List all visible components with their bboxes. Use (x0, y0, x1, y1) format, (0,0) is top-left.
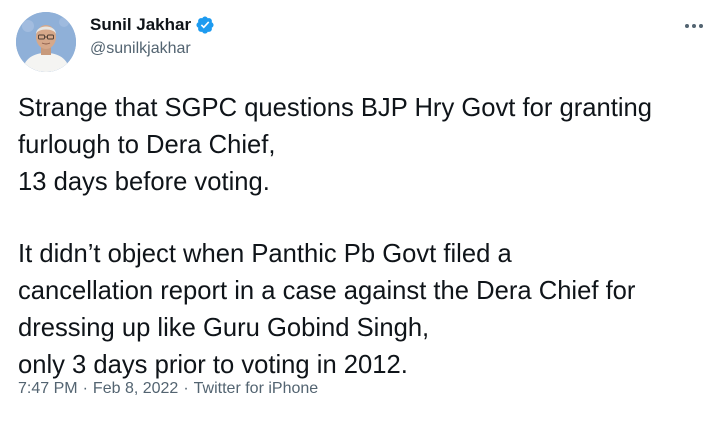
tweet-time: 7:47 PM (18, 380, 78, 397)
tweet-line: It didn’t object when Panthic Pb Govt fi… (18, 240, 512, 269)
tweet-date: Feb 8, 2022 (92, 380, 179, 397)
tweet-line: only 3 days prior to voting in 2012. (18, 350, 408, 379)
verified-badge-icon (195, 15, 215, 35)
author-display-name[interactable]: Sunil Jakhar (90, 15, 191, 35)
tweet-source-link[interactable]: Twitter for iPhone (194, 380, 319, 397)
tweet-line: 13 days before voting. (18, 167, 270, 196)
tweet-line: cancellation report in a case against th… (18, 277, 636, 306)
author-handle[interactable]: @sunilkjakhar (90, 40, 191, 58)
tweet-card: Sunil Jakhar @sunilkjakhar Strange that … (0, 0, 720, 432)
tweet-line: Strange that SGPC questions BJP Hry Govt… (18, 94, 652, 122)
tweet-line: dressing up like Guru Gobind Singh, (18, 313, 430, 342)
meta-separator: · (82, 380, 88, 397)
tweet-text: Strange that SGPC questions BJP Hry Govt… (18, 90, 708, 384)
avatar-image (16, 12, 76, 72)
tweet-line: furlough to Dera Chief, (18, 130, 276, 159)
author-name-row[interactable]: Sunil Jakhar (90, 14, 215, 36)
meta-separator: · (183, 380, 189, 397)
more-options-icon[interactable] (682, 14, 706, 38)
tweet-time-link[interactable]: 7:47 PM · Feb 8, 2022 (18, 380, 178, 397)
tweet-metadata: 7:47 PM · Feb 8, 2022 · Twitter for iPhone (18, 380, 318, 398)
avatar[interactable] (16, 12, 76, 72)
